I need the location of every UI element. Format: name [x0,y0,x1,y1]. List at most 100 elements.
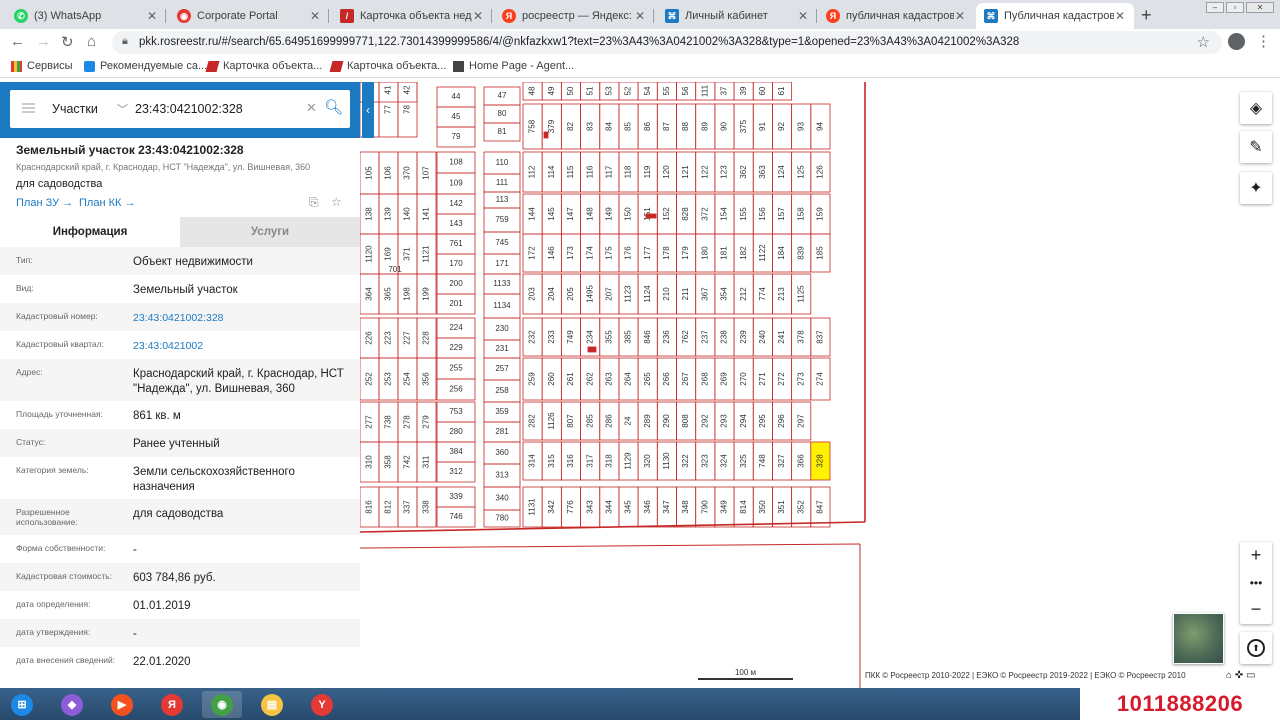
address-bar[interactable]: 🔒︎ pkk.rosreestr.ru/#/search/65.64951699… [112,31,1222,54]
cadastral-map[interactable]: 7677781051063701071081091381391401411421… [360,82,1280,688]
collapse-panel-icon[interactable]: ‹ [362,82,374,138]
more-icon[interactable]: ••• [1240,569,1272,596]
crosshair-icon[interactable]: ✜ [1235,670,1243,681]
plot-number: 1130 [662,452,671,470]
zoom-out-icon[interactable]: − [1240,596,1272,623]
start-button-taskbar-icon[interactable]: ⊞ [2,691,42,718]
plot-number: 272 [777,372,786,386]
close-icon[interactable]: ✕ [1114,9,1126,23]
home-icon[interactable]: ⌂ [87,33,96,50]
chrome-taskbar-icon[interactable]: ◉ [202,691,242,718]
plot-number: 807 [566,414,575,428]
app-purple-taskbar-icon[interactable]: ◆ [52,691,92,718]
print-icon[interactable]: ⎘ [309,195,319,210]
plot-number: 1134 [493,301,511,310]
property-value: Земельный участок [133,284,238,296]
locate-icon[interactable]: ✦ [1240,172,1272,204]
app-player-taskbar-icon[interactable]: ▶ [102,691,142,718]
file-explorer-taskbar-icon[interactable]: ▤ [252,691,292,718]
property-value[interactable]: 23:43:0421002 [133,331,360,359]
close-icon[interactable]: ✕ [146,9,158,23]
compass-icon[interactable]: ⬆ [1240,632,1272,664]
pkk-icon: ⌘ [984,9,998,23]
plot-number: 350 [758,500,767,514]
yandex-browser-taskbar-icon[interactable]: Я [152,691,192,718]
close-icon[interactable]: ✕ [472,9,484,23]
bookmark-agent-home[interactable]: Home Page - Agent... [453,60,574,72]
plot-number: 81 [498,127,507,136]
tab-object-card[interactable]: / Карточка объекта недви ✕ [332,3,492,29]
close-icon[interactable]: ✕ [797,9,809,23]
chevron-down-icon[interactable]: ﹀ [117,101,128,117]
property-value[interactable]: 23:43:0421002:328 [133,303,360,331]
close-icon[interactable]: ✕ [309,9,321,23]
close-window-icon[interactable]: ✕ [1246,2,1274,13]
minimize-icon[interactable]: – [1206,2,1224,13]
layers-icon[interactable]: ◈ [1240,92,1272,124]
favorite-star-icon[interactable]: ☆ [331,195,342,209]
plot-number: 328 [816,454,825,468]
plot-number: 80 [498,109,507,118]
bookmark-object-card-2[interactable]: Карточка объекта... [329,60,446,72]
plot-number: 364 [365,287,374,301]
satellite-minimap[interactable] [1173,613,1224,664]
close-icon[interactable]: ✕ [954,9,966,23]
plot-number: 41 [384,85,393,94]
new-tab-icon[interactable]: + [1141,5,1152,26]
fullscreen-icon[interactable]: ▭ [1246,670,1255,681]
plot-number: 260 [547,372,556,386]
search-icon[interactable]: 🔍︎ [324,98,343,116]
plot-number: 145 [547,207,556,221]
plot-marker[interactable] [645,213,657,219]
bookmark-services[interactable]: Сервисы [11,60,73,72]
account-avatar-icon[interactable] [1228,33,1245,50]
back-icon[interactable]: ← [10,33,25,50]
plot-number: 344 [604,500,613,514]
bookmark-recommended[interactable]: Рекомендуемые са... [84,60,207,72]
plot-number: 354 [720,287,729,301]
plot-marker[interactable] [543,131,549,139]
ruler-icon[interactable]: ✎ [1240,131,1272,163]
plot-number: 324 [720,454,729,468]
plan-kk-link[interactable]: План КК → [79,197,135,209]
tab-yandex-cadastral[interactable]: Я публичная кадастровая ✕ [818,3,974,29]
plot-number: 1126 [547,412,556,430]
plot-marker[interactable] [587,346,597,353]
bookmarks-bar: Сервисы Рекомендуемые са... Карточка объ… [0,56,1280,78]
plot-number: 169 [384,247,393,261]
plot-number: 776 [566,500,575,514]
star-icon[interactable]: ☆ [1197,33,1210,51]
search-type-select[interactable]: Участки [52,102,98,116]
plot-number: 808 [681,414,690,428]
tab-whatsapp[interactable]: ✆ (3) WhatsApp ✕ [6,3,166,29]
plot-number: 273 [796,372,805,386]
zoom-in-icon[interactable]: + [1240,542,1272,569]
forward-icon[interactable]: → [36,33,51,50]
yandex-icon: Я [502,9,516,23]
yandex-app-taskbar-icon[interactable]: Y [302,691,342,718]
menu-kebab-icon[interactable]: ⋮ [1256,32,1271,50]
search-input[interactable] [135,98,310,120]
hamburger-menu-icon[interactable] [22,103,35,113]
plan-zu-link[interactable]: План ЗУ → [16,197,73,209]
tab-yandex-search[interactable]: Я росреестр — Яндекс: на ✕ [494,3,654,29]
tab-services[interactable]: Услуги [180,217,360,247]
tab-public-cadastral-map[interactable]: ⌘ Публичная кадастровая ✕ [976,3,1134,29]
close-icon[interactable]: ✕ [634,9,646,23]
tab-personal-cabinet[interactable]: ⌘ Личный кабинет ✕ [657,3,817,29]
clear-icon[interactable]: ✕ [306,100,317,116]
app-player-icon: ▶ [111,693,133,716]
plot-number: 278 [403,415,412,429]
plot-number: 375 [739,119,748,133]
tab-information[interactable]: Информация [0,217,180,247]
reload-icon[interactable]: ↻ [61,33,74,51]
plot-number: 790 [700,500,709,514]
plot-number: 92 [777,122,786,131]
plot-number: 268 [700,372,709,386]
plot-number: 90 [720,122,729,131]
tab-corporate-portal[interactable]: ◉ Corporate Portal ✕ [169,3,329,29]
home-icon[interactable]: ⌂ [1226,670,1232,681]
plot-number: 200 [449,279,463,288]
maximize-icon[interactable]: ▫ [1226,2,1244,13]
bookmark-object-card-1[interactable]: Карточка объекта... [205,60,322,72]
